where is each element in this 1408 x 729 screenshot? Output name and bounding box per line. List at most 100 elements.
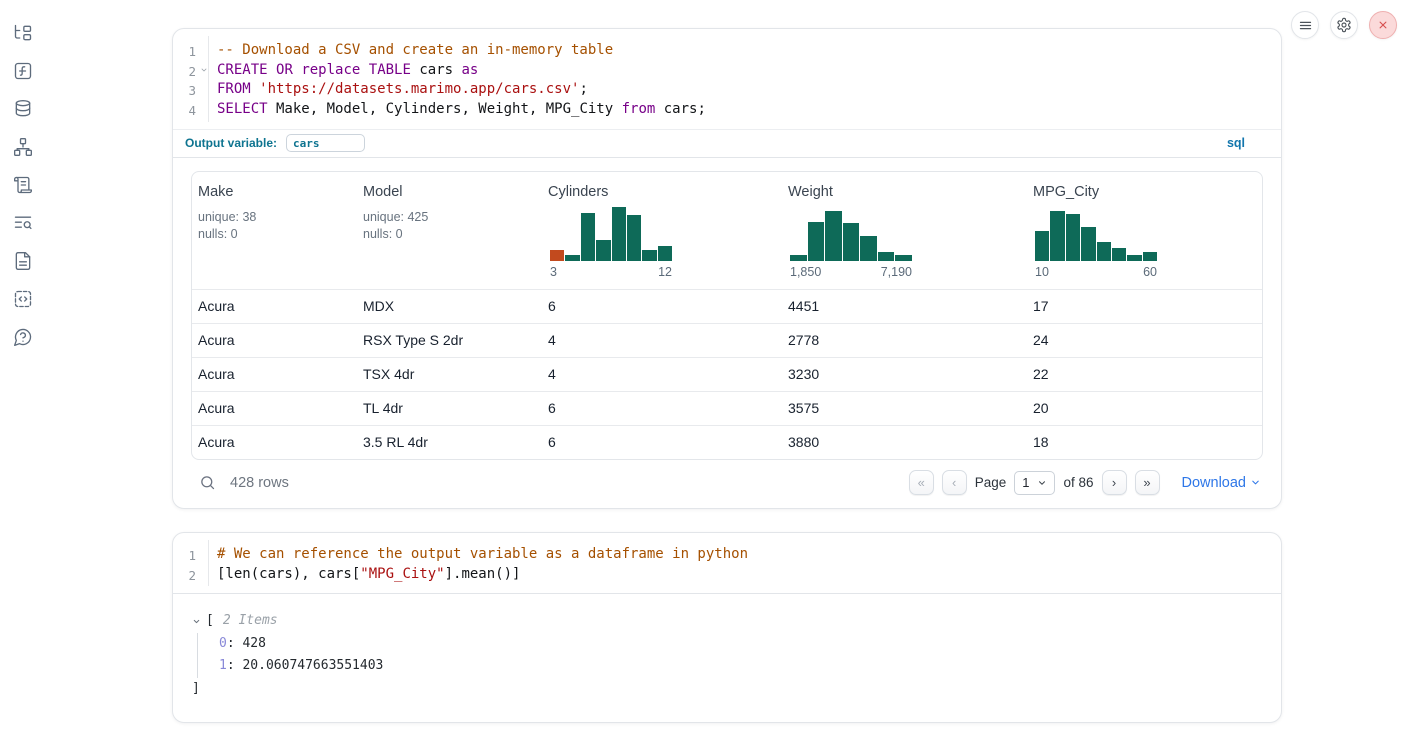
python-cell-output: [ 2 Items 0: 4281: 20.060747663551403 ] (173, 594, 1281, 722)
sidebar-logs-button[interactable] (11, 173, 35, 197)
table-row[interactable]: AcuraTSX 4dr4323022 (192, 357, 1262, 391)
code-line: 2CREATE OR replace TABLE cars as (173, 61, 1281, 81)
histogram-bar (878, 252, 895, 261)
table-cell: 3.5 RL 4dr (357, 434, 542, 450)
tree-open-bracket: [ (206, 610, 214, 633)
column-header-label: Model (363, 184, 534, 200)
tree-collapse-toggle[interactable] (192, 617, 201, 626)
chat-question-icon (13, 327, 33, 347)
histogram-bar (581, 213, 595, 261)
prev-page-button[interactable]: ‹ (942, 470, 967, 495)
histogram-bar (808, 222, 825, 261)
histogram-axis-labels: 312 (550, 265, 672, 279)
histogram-bar (790, 255, 807, 261)
histogram-bar (1066, 214, 1080, 261)
line-number: 1 (173, 41, 208, 61)
table-cell: 4 (542, 332, 782, 348)
histogram-bar (658, 246, 672, 261)
search-button[interactable] (199, 474, 216, 491)
last-page-button[interactable]: » (1135, 470, 1160, 495)
sql-cell-output: Make unique: 38nulls: 0Modelunique: 425nu… (173, 157, 1281, 508)
first-page-button[interactable]: « (909, 470, 934, 495)
function-square-icon (13, 61, 33, 81)
line-number: 3 (173, 80, 208, 100)
fold-chevron-icon[interactable] (200, 66, 208, 74)
table-cell: 3880 (782, 434, 1027, 450)
chevron-down-icon (192, 617, 201, 626)
column-header-label: Make (198, 184, 349, 200)
tree-children: 0: 4281: 20.060747663551403 (197, 633, 1281, 678)
tree-item-count: 2 Items (223, 610, 278, 633)
column-header-label: Weight (788, 184, 1019, 200)
table-cell: 6 (542, 400, 782, 416)
page-select[interactable]: 1 (1014, 471, 1055, 495)
next-page-button[interactable]: › (1102, 470, 1127, 495)
sidebar-snippets-button[interactable] (11, 287, 35, 311)
page-of-label: of 86 (1063, 475, 1093, 490)
code-line: 4SELECT Make, Model, Cylinders, Weight, … (173, 100, 1281, 120)
chevron-down-icon (1037, 478, 1047, 488)
sidebar-help-button[interactable] (11, 325, 35, 349)
network-graph-icon (13, 137, 33, 157)
column-header[interactable]: Cylinders312 (542, 172, 782, 289)
code-line: 1# We can reference the output variable … (173, 545, 1281, 565)
histogram-axis-labels: 1,8507,190 (790, 265, 912, 279)
download-button[interactable]: Download (1182, 475, 1262, 491)
table-cell: TSX 4dr (357, 366, 542, 382)
sidebar-tracing-button[interactable] (11, 211, 35, 235)
table-cell: RSX Type S 2dr (357, 332, 542, 348)
histogram-bar (843, 223, 860, 261)
sidebar-file-explorer-button[interactable] (11, 21, 35, 45)
histogram-bar (596, 240, 610, 261)
table-cell: Acura (192, 298, 357, 314)
notebook-actions (1291, 11, 1397, 39)
pagination: « ‹ Page 1 of 86 › » (909, 470, 1160, 495)
dataframe-table: Make unique: 38nulls: 0Modelunique: 425nu… (191, 171, 1263, 460)
search-icon (199, 474, 216, 491)
histogram-bar (1127, 255, 1141, 260)
chevron-down-icon (1250, 477, 1261, 488)
table-cell: 24 (1027, 332, 1262, 348)
histogram-bar (895, 255, 912, 261)
notebook-menu-button[interactable] (1291, 11, 1319, 39)
language-badge[interactable]: sql (1227, 136, 1245, 150)
table-cell: TL 4dr (357, 400, 542, 416)
list-search-icon (13, 213, 33, 233)
python-cell: 1# We can reference the output variable … (172, 532, 1282, 723)
helper-panel-sidebar (0, 0, 46, 349)
column-header[interactable]: Weight 1,8507,190 (782, 172, 1027, 289)
row-count-label: 428 rows (230, 475, 289, 491)
sidebar-dependency-graph-button[interactable] (11, 135, 35, 159)
table-row[interactable]: AcuraMDX6445117 (192, 289, 1262, 323)
gear-icon (1336, 17, 1352, 33)
sidebar-datasources-button[interactable] (11, 97, 35, 121)
sidebar-documentation-button[interactable] (11, 249, 35, 273)
histogram-bar (1035, 231, 1049, 261)
column-histogram: 1060 (1035, 207, 1157, 279)
tree-entry: 1: 20.060747663551403 (219, 655, 1281, 678)
code-line: 3FROM 'https://datasets.marimo.app/cars.… (173, 80, 1281, 100)
code-line: 2[len(cars), cars["MPG_City"].mean()] (173, 565, 1281, 585)
table-row[interactable]: AcuraRSX Type S 2dr4277824 (192, 323, 1262, 357)
table-row[interactable]: Acura3.5 RL 4dr6388018 (192, 425, 1262, 459)
table-cell: 6 (542, 298, 782, 314)
column-header[interactable]: Make unique: 38nulls: 0 (192, 172, 357, 289)
shutdown-button[interactable] (1369, 11, 1397, 39)
column-histogram: 1,8507,190 (790, 207, 912, 279)
column-header[interactable]: Modelunique: 425nulls: 0 (357, 172, 542, 289)
table-cell: 18 (1027, 434, 1262, 450)
table-cell: Acura (192, 366, 357, 382)
table-cell: Acura (192, 332, 357, 348)
table-cell: 4451 (782, 298, 1027, 314)
table-body: AcuraMDX6445117AcuraRSX Type S 2dr427782… (192, 289, 1262, 459)
table-row[interactable]: AcuraTL 4dr6357520 (192, 391, 1262, 425)
output-variable-input[interactable] (286, 134, 365, 152)
sql-code-editor[interactable]: 1-- Download a CSV and create an in-memo… (173, 29, 1281, 129)
close-x-icon (1376, 18, 1390, 32)
settings-button[interactable] (1330, 11, 1358, 39)
column-stats: unique: 38nulls: 0 (198, 209, 349, 243)
column-header[interactable]: MPG_City1060 (1027, 172, 1262, 289)
python-code-editor[interactable]: 1# We can reference the output variable … (173, 533, 1281, 593)
sidebar-variables-button[interactable] (11, 59, 35, 83)
database-icon (13, 99, 33, 119)
